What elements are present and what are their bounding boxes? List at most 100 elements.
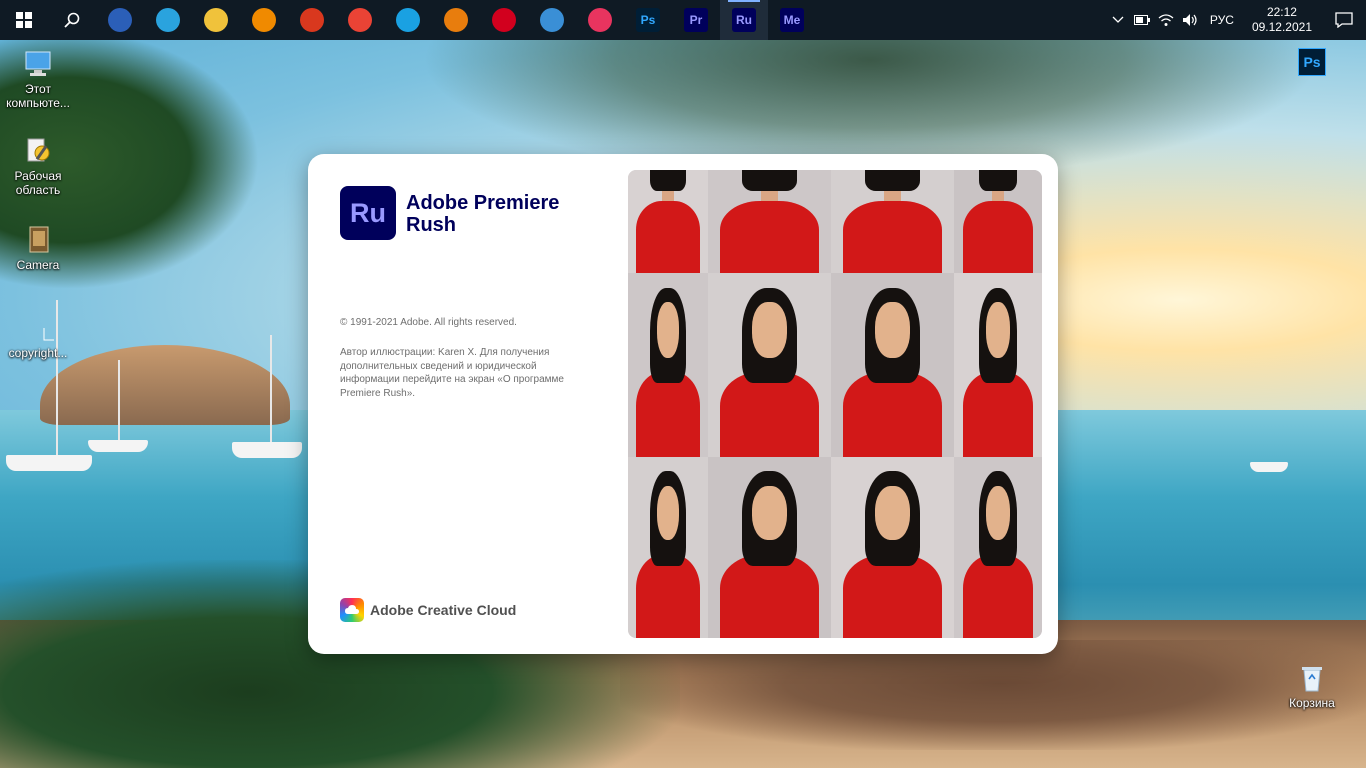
creative-cloud-icon (588, 8, 612, 32)
boat (232, 442, 302, 458)
recycle-bin-icon (1296, 662, 1328, 694)
desktop-icon-camera[interactable]: Camera (0, 224, 76, 272)
taskbar-app-phone-app[interactable] (288, 0, 336, 40)
taskbar-app-media-encoder[interactable]: Me (768, 0, 816, 40)
boat (6, 455, 92, 471)
desktop-icon-label: Рабочая область (14, 169, 62, 197)
taskbar-app-creative-cloud[interactable] (576, 0, 624, 40)
taskbar-app-edge[interactable] (384, 0, 432, 40)
boat (88, 440, 148, 452)
chevron-up-icon[interactable] (1106, 0, 1130, 40)
language-indicator[interactable]: РУС (1202, 13, 1242, 27)
desktop-icon-recycle-bin[interactable]: Корзина (1274, 662, 1350, 710)
premiere-pro-icon: Pr (684, 8, 708, 32)
notification-icon (1335, 12, 1353, 28)
illustration-photo-tile (708, 457, 831, 638)
desktop-icon-label: Camera (16, 258, 60, 272)
illustration-photo-tile (628, 170, 708, 273)
illustration-face (985, 302, 1011, 358)
copyright-text: © 1991-2021 Adobe. All rights reserved. (340, 317, 517, 328)
vlc-icon (252, 8, 276, 32)
workspace-icon (22, 135, 54, 167)
taskbar: Ps Pr Ru Me РУС 22:12 09.12.2021 (0, 0, 1366, 40)
product-name: Adobe Premiere Rush (406, 192, 560, 236)
illustration-hair (865, 170, 920, 191)
taskbar-app-acrobat[interactable] (480, 0, 528, 40)
file-explorer-icon (204, 8, 228, 32)
chrome-icon (348, 8, 372, 32)
pocket-icon (108, 8, 132, 32)
illustration-photo-tile (954, 170, 1042, 273)
telegram-icon (156, 8, 180, 32)
illustration-face (985, 485, 1011, 541)
desktop-icon-workspace[interactable]: Рабочая область (0, 135, 76, 197)
taskbar-app-premiere-pro[interactable]: Pr (672, 0, 720, 40)
desktop-icon-copyright[interactable]: copyright... (0, 312, 76, 360)
creative-cloud-logo-icon (340, 598, 364, 622)
illustration-hair (978, 170, 1018, 191)
illustration-shirt (720, 554, 819, 638)
illustration-hair (742, 170, 797, 191)
desktop-icon-label: Корзина (1289, 696, 1335, 710)
battery-icon[interactable] (1130, 0, 1154, 40)
phone-app-icon (300, 8, 324, 32)
volume-icon[interactable] (1178, 0, 1202, 40)
taskbar-app-blender[interactable] (432, 0, 480, 40)
media-encoder-icon: Me (780, 8, 804, 32)
wifi-icon[interactable] (1154, 0, 1178, 40)
taskbar-app-pocket[interactable] (96, 0, 144, 40)
computer-icon (22, 48, 54, 80)
splash-illustration (628, 170, 1042, 638)
illustration-face (875, 302, 910, 358)
illustration-shirt (636, 554, 700, 638)
blender-icon (444, 8, 468, 32)
search-button[interactable] (48, 0, 96, 40)
illustration-photo-tile (954, 457, 1042, 638)
clock-date: 09.12.2021 (1251, 20, 1312, 34)
illustration-photo-tile (831, 457, 954, 638)
notification-center-button[interactable] (1322, 0, 1366, 40)
taskbar-app-premiere-rush[interactable]: Ru (720, 0, 768, 40)
taskbar-app-telegram[interactable] (144, 0, 192, 40)
taskbar-app-vlc[interactable] (240, 0, 288, 40)
taskbar-app-control-panel[interactable] (528, 0, 576, 40)
wallpaper-rocks (620, 640, 1366, 750)
acrobat-icon (492, 8, 516, 32)
desktop-icon-label: copyright... (8, 346, 68, 360)
illustration-shirt (962, 372, 1034, 457)
taskbar-app-file-explorer[interactable] (192, 0, 240, 40)
illustration-photo-tile (628, 457, 708, 638)
clock-time: 22:12 (1266, 5, 1297, 19)
boat (1250, 462, 1288, 472)
illustration-photo-tile (708, 273, 831, 457)
illustration-shirt (636, 372, 700, 457)
blank-file-icon (22, 312, 58, 344)
premiere-rush-icon: Ru (732, 8, 756, 32)
illustration-shirt (843, 372, 942, 457)
illustration-face (752, 485, 787, 541)
premiere-rush-logo: Ru (340, 186, 396, 240)
illustration-shirt (843, 200, 942, 273)
boat-mast (270, 335, 272, 445)
illustration-face (656, 485, 680, 541)
creative-cloud-label: Adobe Creative Cloud (370, 602, 517, 618)
illustration-photo-tile (708, 170, 831, 273)
illustration-photo-tile (628, 273, 708, 457)
camera-file-icon (22, 224, 54, 256)
start-button[interactable] (0, 0, 48, 40)
taskbar-app-photoshop[interactable]: Ps (624, 0, 672, 40)
edge-icon (396, 8, 420, 32)
taskbar-app-chrome[interactable] (336, 0, 384, 40)
desktop-icon-this-pc[interactable]: Этот компьюте... (0, 48, 76, 110)
illustration-photo-tile (831, 170, 954, 273)
system-tray: РУС 22:12 09.12.2021 (1106, 0, 1366, 40)
clock[interactable]: 22:12 09.12.2021 (1242, 5, 1322, 35)
illustration-face (875, 485, 910, 541)
photoshop-shortcut-icon[interactable]: Ps (1298, 48, 1326, 76)
illustration-photo-tile (954, 273, 1042, 457)
illustration-shirt (962, 200, 1034, 273)
boat-mast (118, 360, 120, 440)
search-icon (64, 12, 80, 28)
pinned-apps: Ps Pr Ru Me (96, 0, 816, 40)
illustration-credits: Автор иллюстрации: Karen X. Для получени… (340, 347, 564, 399)
